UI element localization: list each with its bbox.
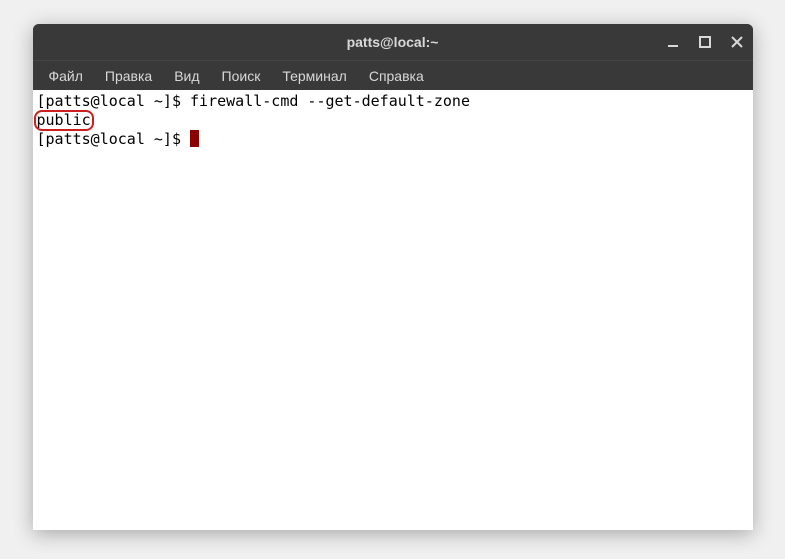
prompt: [patts@local ~]$ [37,130,191,148]
terminal-window: patts@local:~ Файл Правка Вид Поиск Терм… [33,24,753,530]
minimize-button[interactable] [665,34,681,50]
terminal-content[interactable]: [patts@local ~]$ firewall-cmd --get-defa… [33,90,753,530]
window-title: patts@local:~ [347,34,439,50]
menu-view[interactable]: Вид [164,64,209,88]
menu-search[interactable]: Поиск [212,64,271,88]
highlighted-output: public [37,111,91,130]
terminal-line-3: [patts@local ~]$ [37,130,749,149]
terminal-line-2: public [37,111,749,130]
menubar: Файл Правка Вид Поиск Терминал Справка [33,60,753,90]
output-text: public [37,111,91,129]
menu-terminal[interactable]: Терминал [272,64,356,88]
window-controls [665,24,745,60]
prompt: [patts@local ~]$ [37,92,191,110]
maximize-button[interactable] [697,34,713,50]
menu-edit[interactable]: Правка [95,64,162,88]
menu-file[interactable]: Файл [39,64,93,88]
close-button[interactable] [729,34,745,50]
titlebar: patts@local:~ [33,24,753,60]
cursor-icon [190,130,199,147]
menu-help[interactable]: Справка [359,64,434,88]
terminal-line-1: [patts@local ~]$ firewall-cmd --get-defa… [37,92,749,111]
command-text: firewall-cmd --get-default-zone [190,92,470,110]
